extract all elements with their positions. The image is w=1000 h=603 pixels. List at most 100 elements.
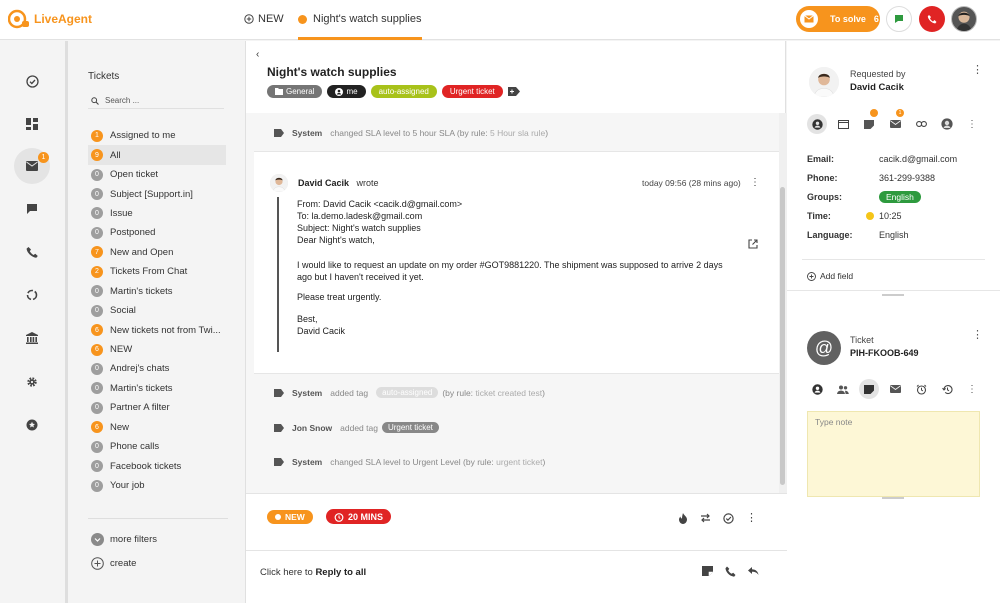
add-field-button[interactable]: Add field <box>807 271 853 281</box>
wrote-label: wrote <box>356 178 379 188</box>
folder-item[interactable]: 0 Social <box>88 301 226 320</box>
transfer-icon[interactable] <box>700 513 711 523</box>
agent-avatar[interactable] <box>951 6 977 32</box>
app-logo[interactable]: LiveAgent <box>7 9 92 29</box>
folder-label: Subject [Support.in] <box>110 188 193 200</box>
customer-avatar[interactable] <box>809 67 839 97</box>
browser-icon <box>837 119 849 129</box>
event-rule-name[interactable]: ticket created test <box>475 388 542 398</box>
rail-plugins[interactable] <box>14 407 50 443</box>
folder-item[interactable]: 9 All <box>88 145 226 165</box>
tab-customer[interactable] <box>807 379 827 399</box>
ticket-tabs-more-icon[interactable]: ⋮ <box>967 384 977 395</box>
folder-search[interactable]: Search ... <box>88 93 224 109</box>
field-value[interactable]: 10:25 <box>866 211 902 221</box>
folder-item[interactable]: 1 Assigned to me <box>88 126 226 145</box>
tab-browser[interactable] <box>833 114 853 134</box>
folder-count-badge: 6 <box>91 343 103 356</box>
ticket-more-icon[interactable]: ⋮ <box>972 328 983 341</box>
author-name[interactable]: David Cacik <box>298 178 349 188</box>
new-ticket-tab[interactable]: NEW <box>244 13 284 25</box>
tab-ticket-emails[interactable] <box>885 379 905 399</box>
ticket-subject: Night's watch supplies <box>267 65 397 79</box>
tag-assignee[interactable]: me <box>327 85 366 98</box>
folder-item[interactable]: 0 Martin's tickets <box>88 282 226 301</box>
folder-item[interactable]: 6 New tickets not from Twi... <box>88 320 226 339</box>
rail-dashboard[interactable] <box>14 63 50 99</box>
folder-item[interactable]: 0 Facebook tickets <box>88 456 226 475</box>
folder-item[interactable]: 0 Martin's tickets <box>88 379 226 398</box>
event-rule-name[interactable]: 5 Hour sla rule <box>490 128 545 138</box>
field-value[interactable]: English <box>879 190 921 203</box>
to-solve-button[interactable]: To solve 6 <box>796 6 880 32</box>
field-value[interactable]: cacik.d@gmail.com <box>879 154 957 164</box>
folder-item[interactable]: 0 Open ticket <box>88 165 226 184</box>
dashboard-icon <box>26 118 38 130</box>
phone-icon[interactable] <box>725 566 736 577</box>
tag-auto-assigned[interactable]: auto-assigned <box>370 85 437 98</box>
note-field[interactable]: Type note <box>807 411 980 497</box>
tab-profile[interactable] <box>937 114 957 134</box>
tab-emails[interactable]: 1 <box>885 109 905 134</box>
rail-contacts[interactable] <box>14 277 50 313</box>
mail-icon <box>800 10 818 28</box>
chat-status-button[interactable] <box>886 6 912 32</box>
status-badge[interactable]: NEW <box>267 510 313 524</box>
message-more-icon[interactable]: ⋮ <box>750 177 760 188</box>
event-rule-name[interactable]: urgent ticket <box>496 457 542 467</box>
scroll-thumb[interactable] <box>780 187 785 485</box>
customer-more-icon[interactable]: ⋮ <box>972 63 983 76</box>
tab-sla-timer[interactable] <box>911 379 931 399</box>
tag-urgent[interactable]: Urgent ticket <box>441 85 503 98</box>
folder-item[interactable]: 0 Subject [Support.in] <box>88 184 226 203</box>
author-avatar[interactable] <box>270 174 288 192</box>
rail-settings[interactable] <box>14 364 50 400</box>
tab-ticket-active[interactable]: Night's watch supplies <box>298 0 422 40</box>
folder-item[interactable]: 2 Tickets From Chat <box>88 262 226 281</box>
tag-general[interactable]: General <box>267 85 323 98</box>
more-actions-icon[interactable]: ⋮ <box>746 513 757 524</box>
folder-item[interactable]: 6 NEW <box>88 340 226 359</box>
event-sla-change: System changed SLA level to 5 hour SLA (… <box>274 128 548 138</box>
reply-to-all-link[interactable]: Click here to Reply to all <box>260 567 366 578</box>
open-external-icon[interactable] <box>748 239 758 252</box>
folder-count-badge: 0 <box>91 362 103 375</box>
fire-icon[interactable] <box>678 513 688 524</box>
tab-notes[interactable] <box>859 379 879 399</box>
folder-item[interactable]: 7 New and Open <box>88 243 226 262</box>
field-value[interactable]: 361-299-9388 <box>879 173 935 183</box>
tab-participants[interactable] <box>833 379 853 399</box>
sla-badge[interactable]: 20 MINS <box>326 509 392 524</box>
rail-calls[interactable] <box>14 234 50 270</box>
reply-icon[interactable] <box>748 566 759 576</box>
back-chevron-icon[interactable]: ‹ <box>256 49 259 60</box>
tab-history[interactable] <box>937 379 957 399</box>
tab-tickets[interactable] <box>859 109 879 134</box>
rail-knowledgebase[interactable] <box>14 320 50 356</box>
phone-status-button[interactable] <box>919 6 945 32</box>
tab-links[interactable] <box>911 114 931 134</box>
rail-tickets[interactable]: 1 <box>14 148 50 184</box>
rail-chats[interactable] <box>14 191 50 227</box>
divider <box>246 550 787 551</box>
folder-item[interactable]: 0 Partner A filter <box>88 398 226 417</box>
resize-grip[interactable] <box>882 497 904 499</box>
folder-item[interactable]: 0 Phone calls <box>88 437 226 456</box>
folder-item[interactable]: 0 Issue <box>88 204 226 223</box>
create-filter-button[interactable]: create <box>88 551 228 575</box>
note-icon[interactable] <box>702 566 713 576</box>
folder-item[interactable]: 0 Your job <box>88 476 226 495</box>
resolve-check-icon[interactable] <box>723 513 734 524</box>
folder-item[interactable]: 0 Postponed <box>88 223 226 242</box>
folder-item[interactable]: 0 Andrej's chats <box>88 359 226 378</box>
customer-name[interactable]: David Cacik <box>850 82 904 93</box>
folder-item[interactable]: 6 New <box>88 418 226 437</box>
field-value[interactable]: English <box>879 230 909 240</box>
resize-grip[interactable] <box>882 294 904 296</box>
add-tag-icon[interactable] <box>507 87 520 96</box>
conversation-scrollbar[interactable] <box>779 113 787 493</box>
tab-contact-info[interactable] <box>807 114 827 134</box>
more-filters-button[interactable]: more filters <box>88 527 228 551</box>
rail-reports[interactable] <box>14 106 50 142</box>
customer-tabs-more-icon[interactable]: ⋮ <box>967 119 977 130</box>
